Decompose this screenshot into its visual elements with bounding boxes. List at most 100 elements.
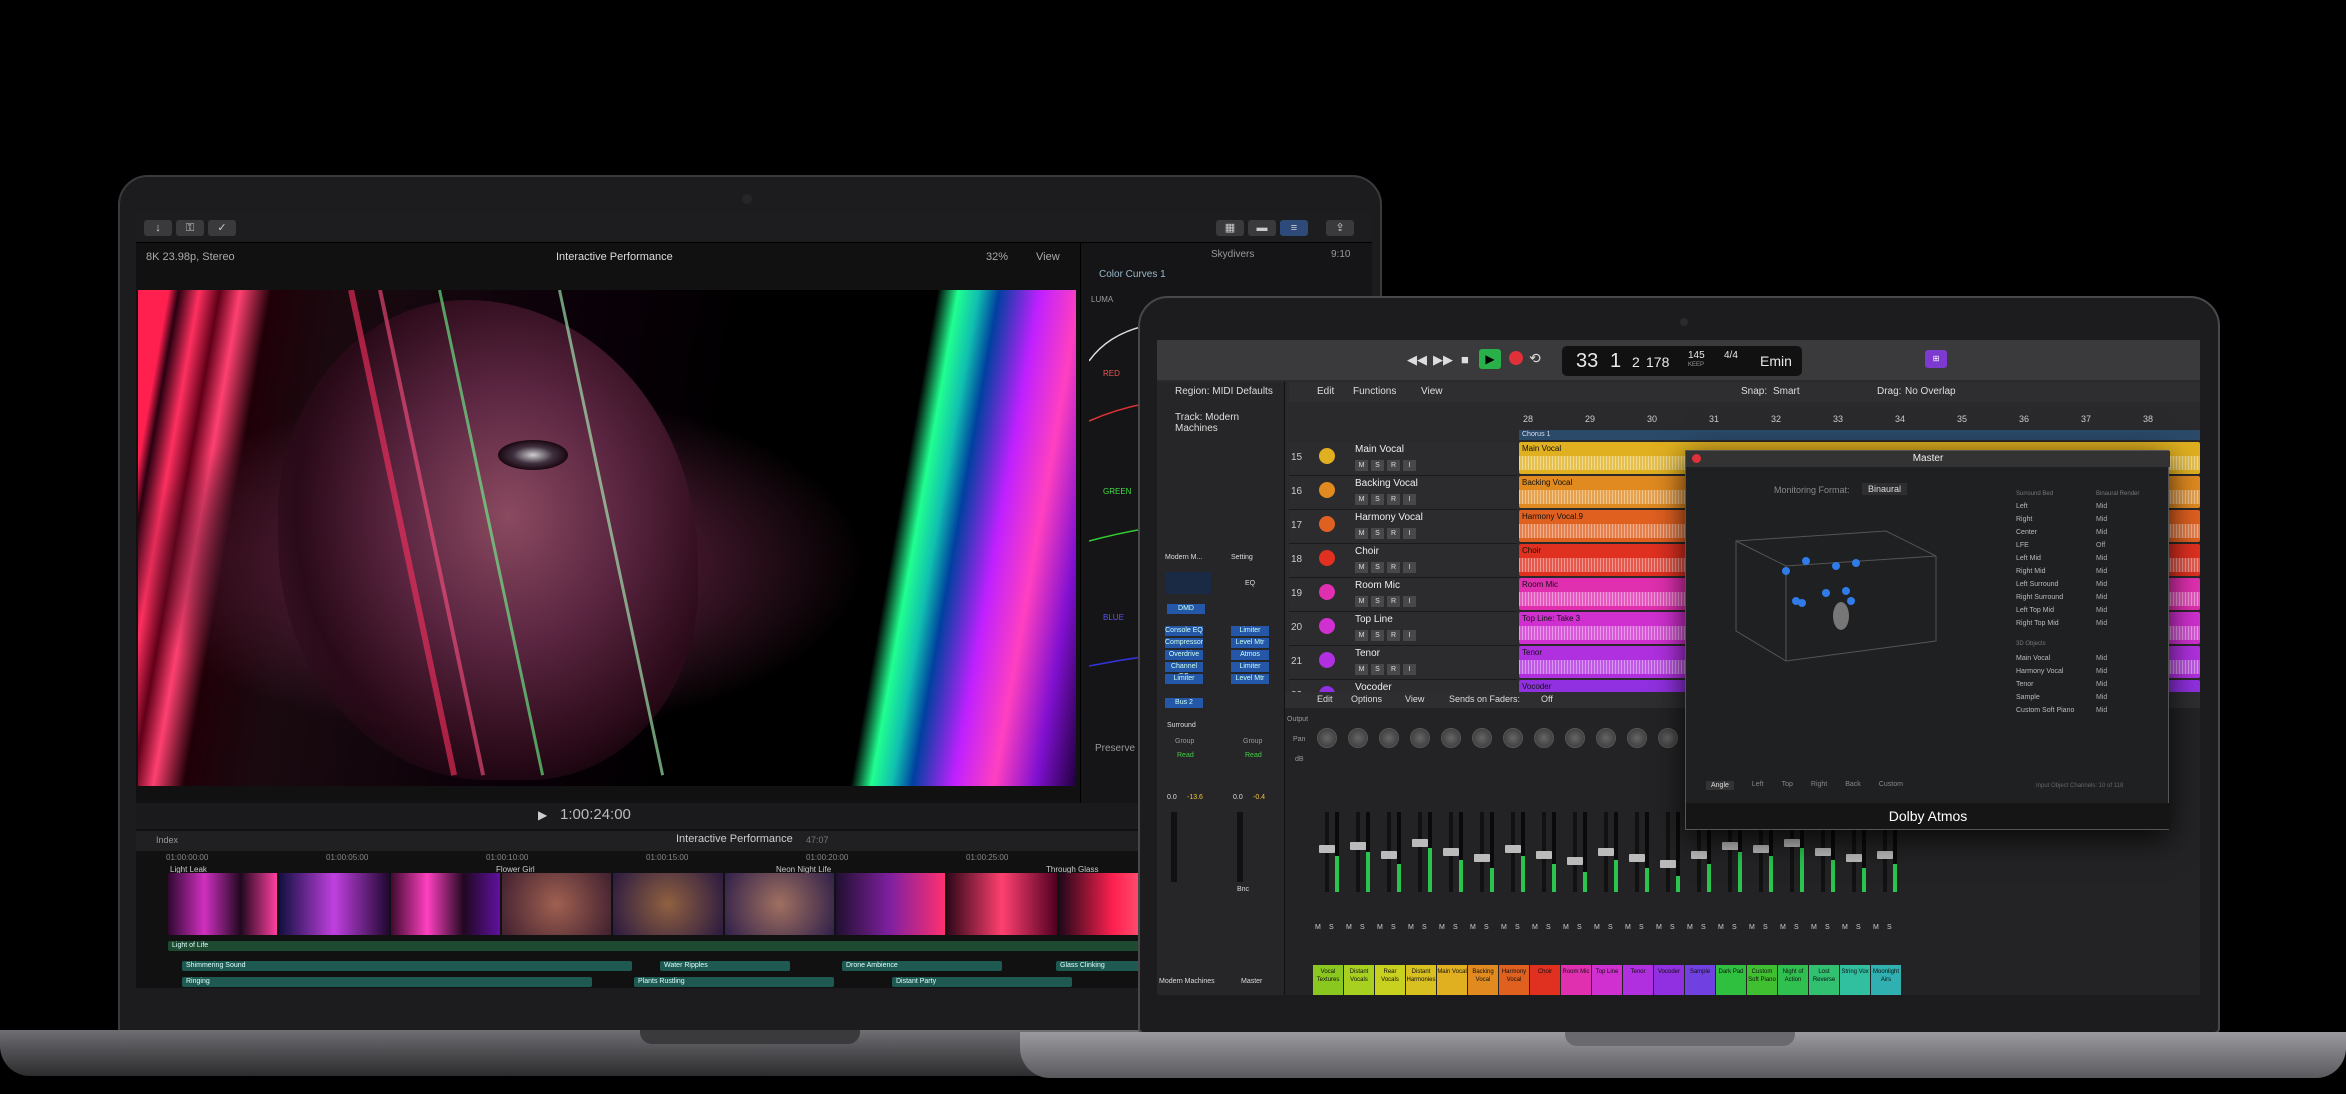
track-header[interactable]: 15 Main Vocal MSRI [1289, 442, 1517, 476]
mute-button[interactable]: M [1656, 924, 1662, 931]
pan-knob[interactable] [1596, 728, 1616, 748]
channel-setting-right[interactable]: Setting [1231, 554, 1253, 561]
share-icon[interactable]: ⇪ [1326, 220, 1354, 236]
object-dot[interactable] [1832, 562, 1840, 570]
solo-button[interactable]: S [1484, 924, 1489, 931]
mute-button[interactable]: M [1439, 924, 1445, 931]
object-dot[interactable] [1798, 599, 1806, 607]
track-inspector[interactable]: Track: Modern Machines [1175, 412, 1284, 434]
fader-handle[interactable] [1567, 857, 1583, 865]
fader-handle[interactable] [1381, 851, 1397, 859]
render-mode[interactable]: Mid [2096, 668, 2107, 675]
audio-clip[interactable]: Water Ripples [660, 961, 790, 971]
functions-menu[interactable]: Functions [1353, 386, 1396, 397]
channel-strip[interactable]: M S Distant Vocals [1344, 692, 1374, 995]
fader-handle[interactable] [1846, 854, 1862, 862]
render-mode[interactable]: Mid [2096, 529, 2107, 536]
automation-mode[interactable]: Read [1177, 752, 1194, 759]
object-dot[interactable] [1822, 589, 1830, 597]
track-header[interactable]: 16 Backing Vocal MSRI [1289, 476, 1517, 510]
fader-handle[interactable] [1505, 845, 1521, 853]
fader-handle[interactable] [1753, 845, 1769, 853]
volume-fader[interactable] [1480, 812, 1484, 892]
group-slot[interactable]: Group [1175, 738, 1194, 745]
channel-strip[interactable]: M S Choir [1530, 692, 1560, 995]
pan-knob[interactable] [1503, 728, 1523, 748]
audio-clip[interactable]: Shimmering Sound [182, 961, 632, 971]
pan-knob[interactable] [1627, 728, 1647, 748]
mute-button[interactable]: M [1355, 528, 1368, 539]
track-header[interactable]: 20 Top Line MSRI [1289, 612, 1517, 646]
track-header[interactable]: 19 Room Mic MSRI [1289, 578, 1517, 612]
solo-button[interactable]: S [1453, 924, 1458, 931]
inspector-fader[interactable] [1171, 812, 1177, 882]
speaker-row[interactable]: Right Surround Mid [2016, 594, 2156, 601]
speaker-row[interactable]: Right Top Mid Mid [2016, 620, 2156, 627]
fader-handle[interactable] [1536, 851, 1552, 859]
solo-button[interactable]: S [1329, 924, 1334, 931]
audio-clip[interactable]: Distant Party [892, 977, 1072, 987]
send-slot[interactable]: Bus 2 [1165, 698, 1203, 708]
solo-button[interactable]: S [1371, 596, 1384, 607]
mute-button[interactable]: M [1355, 630, 1368, 641]
channel-strip[interactable]: M S Backing Vocal [1468, 692, 1498, 995]
speaker-row[interactable]: Left Surround Mid [2016, 581, 2156, 588]
render-mode[interactable]: Mid [2096, 594, 2107, 601]
check-icon[interactable]: ✓ [208, 220, 236, 236]
rewind-icon[interactable]: ◀◀ [1407, 352, 1427, 368]
stop-icon[interactable]: ■ [1461, 352, 1469, 367]
view-menu[interactable]: View [1421, 386, 1443, 397]
plugin-slot[interactable]: Level Mtr [1231, 638, 1269, 648]
audio-clip[interactable]: Ringing [182, 977, 592, 987]
render-mode[interactable]: Mid [2096, 655, 2107, 662]
bar-ruler[interactable]: 28 29 30 31 32 33 34 35 36 37 38 [1519, 414, 2200, 430]
plugin-slot[interactable]: Level Mtr [1231, 674, 1269, 684]
record-enable-button[interactable]: R [1387, 664, 1400, 675]
group-slot[interactable]: Group [1243, 738, 1262, 745]
marker-track[interactable]: Chorus 1 [1519, 430, 2200, 440]
solo-button[interactable]: S [1701, 924, 1706, 931]
speaker-row[interactable]: Left Mid [2016, 503, 2156, 510]
record-enable-button[interactable]: R [1387, 494, 1400, 505]
inspector-fader[interactable] [1237, 812, 1243, 882]
snap-select[interactable]: Smart [1773, 386, 1800, 397]
bounce-button[interactable]: Bnc [1237, 886, 1249, 893]
automation-mode[interactable]: Read [1245, 752, 1262, 759]
solo-button[interactable]: S [1391, 924, 1396, 931]
fader-handle[interactable] [1660, 860, 1676, 868]
channel-strip[interactable]: M S Distant Harmonies [1406, 692, 1436, 995]
timeline-title[interactable]: Interactive Performance [676, 833, 793, 845]
cycle-icon[interactable]: ⟲ [1529, 350, 1541, 367]
fader-handle[interactable] [1350, 842, 1366, 850]
track-header[interactable]: 21 Tenor MSRI [1289, 646, 1517, 680]
mute-button[interactable]: M [1532, 924, 1538, 931]
volume-fader[interactable] [1356, 812, 1360, 892]
volume-fader[interactable] [1418, 812, 1422, 892]
input-monitor-button[interactable]: I [1403, 664, 1416, 675]
mute-button[interactable]: M [1377, 924, 1383, 931]
video-clip[interactable] [947, 873, 1057, 935]
fader-handle[interactable] [1722, 842, 1738, 850]
render-mode[interactable]: Mid [2096, 607, 2107, 614]
fader-handle[interactable] [1319, 845, 1335, 853]
zoom-value[interactable]: 32% [986, 251, 1008, 263]
fader-handle[interactable] [1598, 848, 1614, 856]
video-clip[interactable] [390, 873, 500, 935]
region-inspector[interactable]: Region: MIDI Defaults [1175, 386, 1273, 397]
fader-handle[interactable] [1815, 848, 1831, 856]
solo-button[interactable]: S [1371, 630, 1384, 641]
speaker-row[interactable]: Right Mid [2016, 516, 2156, 523]
audio-clip[interactable]: Drone Ambience [842, 961, 1002, 971]
atmos-room-view[interactable] [1706, 501, 1966, 681]
fader-handle[interactable] [1629, 854, 1645, 862]
render-mode[interactable]: Mid [2096, 568, 2107, 575]
tab-left[interactable]: Left [1752, 781, 1764, 790]
object-dot[interactable] [1782, 567, 1790, 575]
plugin-slot[interactable]: Compressor [1165, 638, 1203, 648]
solo-button[interactable]: S [1515, 924, 1520, 931]
edit-menu[interactable]: Edit [1317, 386, 1334, 397]
speaker-row[interactable]: Right Mid Mid [2016, 568, 2156, 575]
input-monitor-button[interactable]: I [1403, 596, 1416, 607]
view-menu[interactable]: View [1036, 251, 1060, 263]
render-mode[interactable]: Mid [2096, 681, 2107, 688]
